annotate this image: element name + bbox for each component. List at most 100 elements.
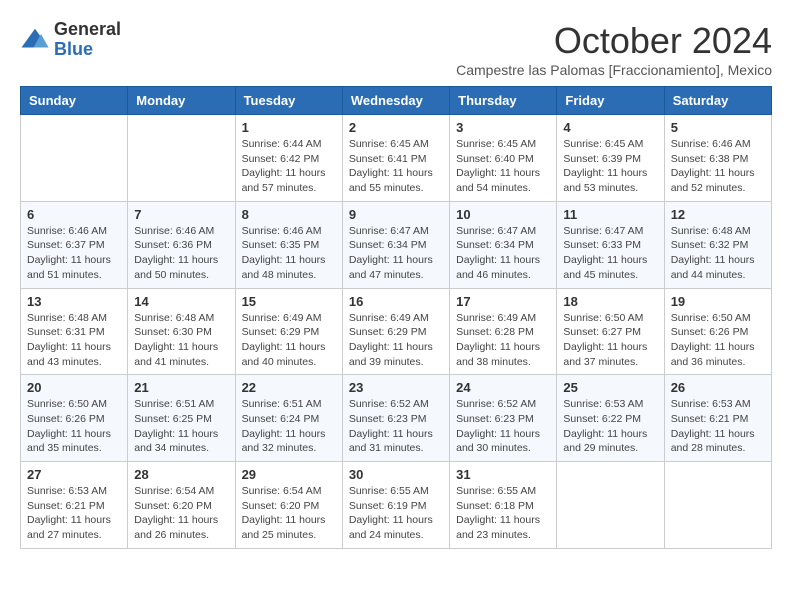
- calendar-cell: [557, 462, 664, 549]
- day-number: 27: [27, 467, 121, 482]
- day-info: Sunrise: 6:51 AM Sunset: 6:24 PM Dayligh…: [242, 397, 336, 456]
- day-number: 10: [456, 207, 550, 222]
- day-info: Sunrise: 6:55 AM Sunset: 6:19 PM Dayligh…: [349, 484, 443, 543]
- calendar-cell: 7 Sunrise: 6:46 AM Sunset: 6:36 PM Daylig…: [128, 201, 235, 288]
- calendar-cell: 28 Sunrise: 6:54 AM Sunset: 6:20 PM Dayli…: [128, 462, 235, 549]
- calendar-cell: 31 Sunrise: 6:55 AM Sunset: 6:18 PM Dayli…: [450, 462, 557, 549]
- day-info: Sunrise: 6:47 AM Sunset: 6:34 PM Dayligh…: [349, 224, 443, 283]
- day-info: Sunrise: 6:50 AM Sunset: 6:27 PM Dayligh…: [563, 311, 657, 370]
- calendar-cell: 24 Sunrise: 6:52 AM Sunset: 6:23 PM Dayli…: [450, 375, 557, 462]
- day-info: Sunrise: 6:46 AM Sunset: 6:36 PM Dayligh…: [134, 224, 228, 283]
- page-header: General Blue October 2024 Campestre las …: [20, 20, 772, 78]
- calendar-cell: 9 Sunrise: 6:47 AM Sunset: 6:34 PM Daylig…: [342, 201, 449, 288]
- calendar-cell: 1 Sunrise: 6:44 AM Sunset: 6:42 PM Daylig…: [235, 115, 342, 202]
- calendar-body: 1 Sunrise: 6:44 AM Sunset: 6:42 PM Daylig…: [21, 115, 772, 549]
- calendar-cell: 6 Sunrise: 6:46 AM Sunset: 6:37 PM Daylig…: [21, 201, 128, 288]
- day-header-wednesday: Wednesday: [342, 87, 449, 115]
- day-number: 19: [671, 294, 765, 309]
- day-info: Sunrise: 6:53 AM Sunset: 6:21 PM Dayligh…: [27, 484, 121, 543]
- day-info: Sunrise: 6:53 AM Sunset: 6:21 PM Dayligh…: [671, 397, 765, 456]
- logo: General Blue: [20, 20, 121, 60]
- day-info: Sunrise: 6:44 AM Sunset: 6:42 PM Dayligh…: [242, 137, 336, 196]
- calendar-cell: 16Sunrise: 6:49 AM Sunset: 6:29 PM Dayli…: [342, 288, 449, 375]
- calendar-cell: [664, 462, 771, 549]
- day-info: Sunrise: 6:48 AM Sunset: 6:30 PM Dayligh…: [134, 311, 228, 370]
- day-number: 11: [563, 207, 657, 222]
- day-info: Sunrise: 6:53 AM Sunset: 6:22 PM Dayligh…: [563, 397, 657, 456]
- day-number: 20: [27, 380, 121, 395]
- day-info: Sunrise: 6:48 AM Sunset: 6:32 PM Dayligh…: [671, 224, 765, 283]
- calendar-cell: 12 Sunrise: 6:48 AM Sunset: 6:32 PM Dayli…: [664, 201, 771, 288]
- calendar-table: SundayMondayTuesdayWednesdayThursdayFrid…: [20, 86, 772, 549]
- day-info: Sunrise: 6:50 AM Sunset: 6:26 PM Dayligh…: [671, 311, 765, 370]
- day-number: 9: [349, 207, 443, 222]
- day-header-saturday: Saturday: [664, 87, 771, 115]
- day-info: Sunrise: 6:54 AM Sunset: 6:20 PM Dayligh…: [134, 484, 228, 543]
- day-info: Sunrise: 6:45 AM Sunset: 6:41 PM Dayligh…: [349, 137, 443, 196]
- week-row-3: 13Sunrise: 6:48 AM Sunset: 6:31 PM Dayli…: [21, 288, 772, 375]
- calendar-cell: 20 Sunrise: 6:50 AM Sunset: 6:26 PM Dayli…: [21, 375, 128, 462]
- calendar-cell: 10 Sunrise: 6:47 AM Sunset: 6:34 PM Dayli…: [450, 201, 557, 288]
- day-info: Sunrise: 6:55 AM Sunset: 6:18 PM Dayligh…: [456, 484, 550, 543]
- week-row-5: 27 Sunrise: 6:53 AM Sunset: 6:21 PM Dayli…: [21, 462, 772, 549]
- day-number: 17: [456, 294, 550, 309]
- week-row-4: 20 Sunrise: 6:50 AM Sunset: 6:26 PM Dayli…: [21, 375, 772, 462]
- day-number: 4: [563, 120, 657, 135]
- calendar-cell: 25 Sunrise: 6:53 AM Sunset: 6:22 PM Dayli…: [557, 375, 664, 462]
- day-number: 15: [242, 294, 336, 309]
- day-info: Sunrise: 6:52 AM Sunset: 6:23 PM Dayligh…: [456, 397, 550, 456]
- day-header-thursday: Thursday: [450, 87, 557, 115]
- calendar-cell: 21 Sunrise: 6:51 AM Sunset: 6:25 PM Dayli…: [128, 375, 235, 462]
- title-area: October 2024 Campestre las Palomas [Frac…: [456, 20, 772, 78]
- calendar-cell: 14 Sunrise: 6:48 AM Sunset: 6:30 PM Dayli…: [128, 288, 235, 375]
- day-number: 7: [134, 207, 228, 222]
- calendar-cell: 4 Sunrise: 6:45 AM Sunset: 6:39 PM Daylig…: [557, 115, 664, 202]
- day-number: 24: [456, 380, 550, 395]
- day-number: 1: [242, 120, 336, 135]
- day-number: 18: [563, 294, 657, 309]
- day-info: Sunrise: 6:46 AM Sunset: 6:35 PM Dayligh…: [242, 224, 336, 283]
- day-header-friday: Friday: [557, 87, 664, 115]
- calendar-cell: 29 Sunrise: 6:54 AM Sunset: 6:20 PM Dayli…: [235, 462, 342, 549]
- day-number: 30: [349, 467, 443, 482]
- calendar-cell: 30 Sunrise: 6:55 AM Sunset: 6:19 PM Dayli…: [342, 462, 449, 549]
- day-number: 31: [456, 467, 550, 482]
- calendar-cell: 27 Sunrise: 6:53 AM Sunset: 6:21 PM Dayli…: [21, 462, 128, 549]
- day-header-sunday: Sunday: [21, 87, 128, 115]
- day-info: Sunrise: 6:51 AM Sunset: 6:25 PM Dayligh…: [134, 397, 228, 456]
- day-info: Sunrise: 6:49 AM Sunset: 6:29 PM Dayligh…: [242, 311, 336, 370]
- location-title: Campestre las Palomas [Fraccionamiento],…: [456, 62, 772, 78]
- logo-general: General: [54, 20, 121, 40]
- calendar-cell: 26Sunrise: 6:53 AM Sunset: 6:21 PM Dayli…: [664, 375, 771, 462]
- day-info: Sunrise: 6:50 AM Sunset: 6:26 PM Dayligh…: [27, 397, 121, 456]
- calendar-cell: 2Sunrise: 6:45 AM Sunset: 6:41 PM Daylig…: [342, 115, 449, 202]
- day-info: Sunrise: 6:45 AM Sunset: 6:39 PM Dayligh…: [563, 137, 657, 196]
- day-info: Sunrise: 6:46 AM Sunset: 6:38 PM Dayligh…: [671, 137, 765, 196]
- day-info: Sunrise: 6:46 AM Sunset: 6:37 PM Dayligh…: [27, 224, 121, 283]
- calendar-cell: 11Sunrise: 6:47 AM Sunset: 6:33 PM Dayli…: [557, 201, 664, 288]
- header-row: SundayMondayTuesdayWednesdayThursdayFrid…: [21, 87, 772, 115]
- week-row-1: 1 Sunrise: 6:44 AM Sunset: 6:42 PM Daylig…: [21, 115, 772, 202]
- day-info: Sunrise: 6:47 AM Sunset: 6:34 PM Dayligh…: [456, 224, 550, 283]
- day-number: 12: [671, 207, 765, 222]
- day-info: Sunrise: 6:49 AM Sunset: 6:28 PM Dayligh…: [456, 311, 550, 370]
- calendar-cell: 22Sunrise: 6:51 AM Sunset: 6:24 PM Dayli…: [235, 375, 342, 462]
- day-number: 25: [563, 380, 657, 395]
- day-number: 8: [242, 207, 336, 222]
- day-number: 23: [349, 380, 443, 395]
- day-number: 13: [27, 294, 121, 309]
- day-number: 14: [134, 294, 228, 309]
- day-info: Sunrise: 6:45 AM Sunset: 6:40 PM Dayligh…: [456, 137, 550, 196]
- calendar-header: SundayMondayTuesdayWednesdayThursdayFrid…: [21, 87, 772, 115]
- day-number: 21: [134, 380, 228, 395]
- calendar-cell: 17 Sunrise: 6:49 AM Sunset: 6:28 PM Dayli…: [450, 288, 557, 375]
- day-number: 6: [27, 207, 121, 222]
- logo-icon: [20, 25, 50, 55]
- day-info: Sunrise: 6:54 AM Sunset: 6:20 PM Dayligh…: [242, 484, 336, 543]
- calendar-cell: 5Sunrise: 6:46 AM Sunset: 6:38 PM Daylig…: [664, 115, 771, 202]
- day-number: 28: [134, 467, 228, 482]
- logo-blue: Blue: [54, 40, 121, 60]
- day-number: 29: [242, 467, 336, 482]
- day-header-tuesday: Tuesday: [235, 87, 342, 115]
- calendar-cell: 15 Sunrise: 6:49 AM Sunset: 6:29 PM Dayli…: [235, 288, 342, 375]
